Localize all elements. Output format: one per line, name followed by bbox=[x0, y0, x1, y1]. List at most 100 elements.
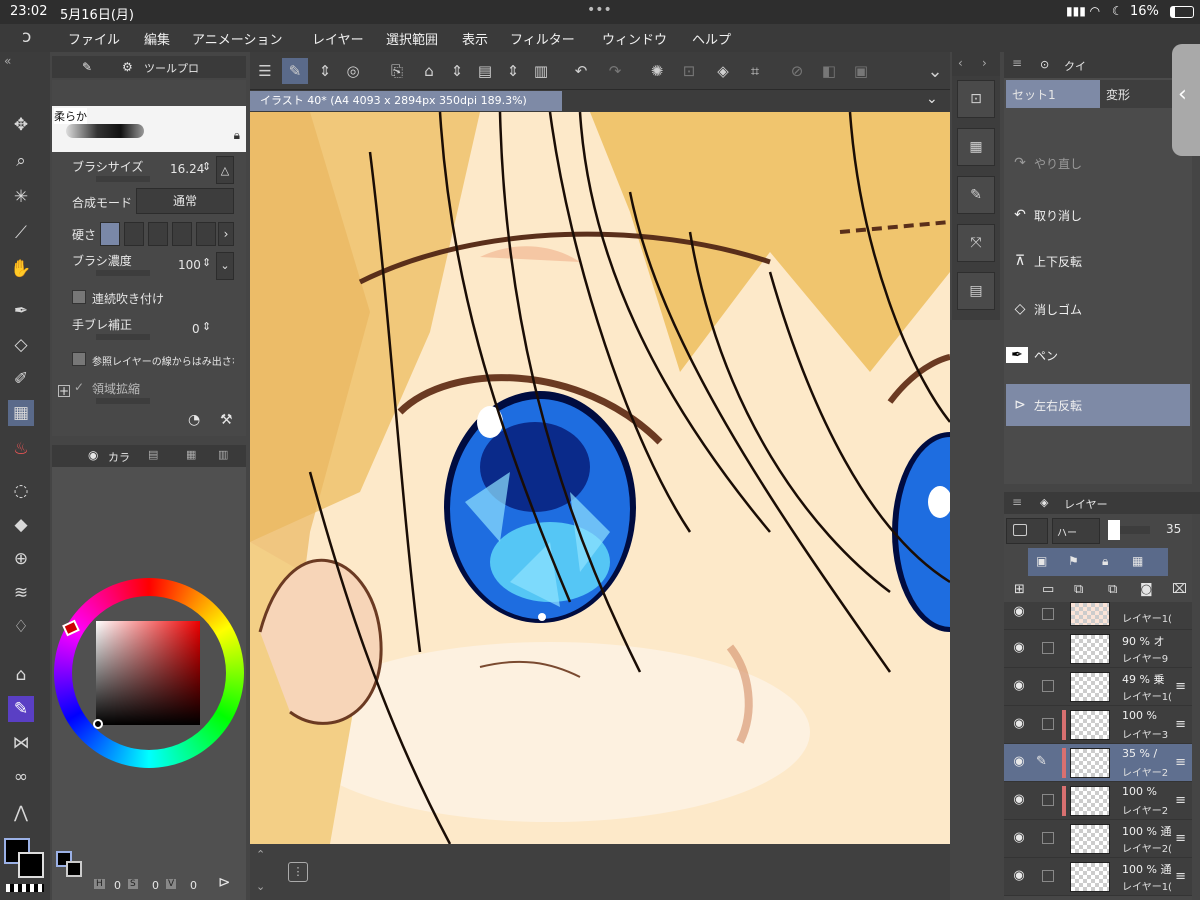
eyedropper-icon[interactable]: ⟋ bbox=[8, 220, 34, 246]
quick-menu-icon[interactable]: ≡ bbox=[1012, 56, 1022, 70]
blend-tool-icon[interactable]: ♨ bbox=[8, 436, 34, 462]
redo-icon[interactable]: ↷ bbox=[602, 58, 628, 84]
layer-menu-icon[interactable]: ≡ bbox=[1012, 495, 1022, 509]
decoration-tool-icon[interactable]: ✐ bbox=[8, 366, 34, 392]
saturation-value-square[interactable] bbox=[96, 621, 200, 725]
lock-layer-icon[interactable]: 🔒︎ bbox=[1102, 554, 1108, 569]
stabilizer-slider[interactable] bbox=[96, 334, 150, 340]
merge-down-icon[interactable]: ⧉ bbox=[1108, 582, 1117, 597]
wrench-icon[interactable]: ⚒ bbox=[220, 412, 233, 428]
transparent-color-swatch[interactable] bbox=[6, 884, 44, 892]
ref-layer-checkbox[interactable] bbox=[72, 352, 86, 366]
material-icon[interactable]: ▦ bbox=[957, 128, 995, 166]
eye-icon[interactable]: ◉ bbox=[1010, 678, 1028, 696]
tool-property-tab[interactable]: ツールプロ bbox=[144, 60, 199, 76]
layer-color-mode-select[interactable] bbox=[1006, 518, 1048, 544]
quick-redo[interactable]: ↷ やり直し bbox=[1006, 142, 1190, 184]
airbrush-tool-icon[interactable]: ▦ bbox=[8, 400, 34, 426]
ruler-tool-icon[interactable]: ⌂ bbox=[8, 662, 34, 688]
gradient-tool-icon[interactable]: ≋ bbox=[8, 580, 34, 606]
menu-filter[interactable]: フィルター bbox=[510, 29, 575, 48]
layer-handle-icon[interactable]: ≡ bbox=[1175, 869, 1186, 884]
chevron-right-icon[interactable]: › bbox=[218, 222, 234, 246]
ribbon-tool-icon[interactable]: ⋈ bbox=[8, 730, 34, 756]
hardness-step-2[interactable] bbox=[124, 222, 144, 246]
menu-window[interactable]: ウィンドウ bbox=[602, 29, 667, 48]
menu-selection[interactable]: 選択範囲 bbox=[386, 29, 438, 48]
stabilizer-value[interactable]: 0 bbox=[192, 322, 200, 336]
grid-tool-icon[interactable]: ⊕ bbox=[8, 546, 34, 572]
size-triangle-icon[interactable]: △ bbox=[216, 156, 234, 184]
play-circle-icon[interactable]: ⊳ bbox=[218, 873, 231, 891]
layer-handle-icon[interactable]: ≡ bbox=[1175, 679, 1186, 694]
menu-animation[interactable]: アニメーション bbox=[192, 29, 282, 48]
clip-layer-icon[interactable]: ▣ bbox=[1036, 554, 1047, 568]
layer-checkbox[interactable] bbox=[1042, 794, 1054, 806]
layer-row[interactable]: ◉ 100 % 通 レイヤー1( ≡ bbox=[1004, 858, 1192, 896]
quick-eraser[interactable]: ◇ 消しゴム bbox=[1006, 288, 1190, 330]
layer-row[interactable]: ◉ レイヤー1( bbox=[1004, 602, 1192, 630]
layer-row[interactable]: ◉ 100 % レイヤー3 ≡ bbox=[1004, 706, 1192, 744]
layer-blend-select[interactable]: ハー bbox=[1052, 518, 1100, 544]
layer-row[interactable]: ◉ 100 % レイヤー2 ≡ bbox=[1004, 782, 1192, 820]
menu-help[interactable]: ヘルプ bbox=[692, 29, 731, 48]
multitask-dots[interactable]: ••• bbox=[587, 2, 612, 18]
density-slider[interactable] bbox=[96, 270, 150, 276]
menu-edit[interactable]: 編集 bbox=[144, 29, 170, 48]
edit-mode-icon[interactable]: ✎ bbox=[282, 58, 308, 84]
layer-stack-icon[interactable]: ◈ bbox=[1040, 496, 1048, 509]
updown-icon-2[interactable]: ⇕ bbox=[444, 58, 470, 84]
blend-mode-select[interactable]: 通常 bbox=[136, 188, 234, 214]
side-collapse-left-icon[interactable]: ‹ bbox=[958, 56, 963, 70]
eye-icon[interactable]: ◉ bbox=[1010, 640, 1028, 658]
quick-flip-vertical[interactable]: ⊼ 上下反転 bbox=[1006, 240, 1190, 282]
transform-icon[interactable]: ⌗ bbox=[742, 58, 768, 84]
quick-flip-horizontal[interactable]: ⊳ 左右反転 bbox=[1006, 384, 1190, 426]
layer-handle-icon[interactable]: ≡ bbox=[1175, 717, 1186, 732]
sub-view-icon[interactable]: ⤧ bbox=[957, 224, 995, 262]
brush-size-stepper[interactable]: ⇕ bbox=[202, 160, 211, 173]
menu-layer[interactable]: レイヤー bbox=[312, 29, 364, 48]
new-raster-layer-icon[interactable]: ⊞ bbox=[1014, 582, 1025, 597]
canvas-tab-chevron-icon[interactable]: ⌄ bbox=[926, 91, 938, 107]
layer-tab[interactable]: レイヤー bbox=[1064, 496, 1108, 512]
undo-icon[interactable]: ↶ bbox=[568, 58, 594, 84]
hardness-step-3[interactable] bbox=[148, 222, 168, 246]
menu-hamburger-icon[interactable]: ☰ bbox=[252, 58, 278, 84]
color-wheel-tab-icon[interactable]: ◉ bbox=[88, 448, 98, 462]
brush-tab-icon[interactable]: ✎ bbox=[82, 60, 92, 74]
pen-tool-icon[interactable]: ✒ bbox=[8, 298, 34, 324]
item-bank-icon[interactable]: ▤ bbox=[957, 272, 995, 310]
layer-row[interactable]: ◉ 90 % オ レイヤー9 bbox=[1004, 630, 1192, 668]
panel-sub-color-swatch[interactable] bbox=[66, 861, 82, 877]
grass-tool-icon[interactable]: ⋀ bbox=[8, 800, 34, 826]
layer-checkbox[interactable] bbox=[1042, 832, 1054, 844]
clip-studio-icon[interactable]: ◎ bbox=[340, 58, 366, 84]
operation-tool-icon[interactable]: ✎ bbox=[8, 696, 34, 722]
layer-row[interactable]: ◉ 49 % 乗 レイヤー1( ≡ bbox=[1004, 668, 1192, 706]
droplet-tool-icon[interactable]: ♢ bbox=[8, 614, 34, 640]
eraser-tool-icon[interactable]: ◇ bbox=[8, 332, 34, 358]
density-stepper[interactable]: ⇕ bbox=[202, 256, 211, 269]
export-jpg-icon[interactable]: ▤ bbox=[472, 58, 498, 84]
layer-row-selected[interactable]: ◉ ✎ 35 % / レイヤー2 ≡ bbox=[1004, 744, 1192, 782]
copy-layer-icon[interactable]: ⧉ bbox=[1074, 582, 1083, 597]
layer-mask-icon[interactable]: ◙ bbox=[1140, 582, 1153, 597]
quick-pen[interactable]: ✒ ペン bbox=[1006, 334, 1190, 376]
trash-icon[interactable]: ⌧ bbox=[1172, 582, 1187, 597]
eye-icon[interactable]: ◉ bbox=[1010, 716, 1028, 734]
app-logo-icon[interactable]: ↄ bbox=[22, 27, 31, 47]
color-set-tab-icon[interactable]: ▦ bbox=[186, 448, 196, 461]
eye-icon[interactable]: ◉ bbox=[1010, 792, 1028, 810]
collapse-left-icon[interactable]: « bbox=[0, 54, 50, 74]
layer-checkbox[interactable] bbox=[1042, 642, 1054, 654]
brush-preview[interactable]: 柔らか bbox=[52, 106, 148, 152]
new-file-icon[interactable]: ⎘ bbox=[384, 58, 410, 84]
hand-tool-icon[interactable]: ✋ bbox=[8, 256, 34, 282]
side-collapse-right-icon[interactable]: › bbox=[982, 56, 987, 70]
layer-checkbox[interactable] bbox=[1042, 608, 1054, 620]
stabilizer-stepper[interactable]: ⇕ bbox=[202, 320, 211, 333]
zoom-tool-icon[interactable]: ⌕ bbox=[8, 148, 34, 174]
color-tab[interactable]: カラ bbox=[108, 449, 130, 465]
clear-icon[interactable]: ⊡ bbox=[676, 58, 702, 84]
